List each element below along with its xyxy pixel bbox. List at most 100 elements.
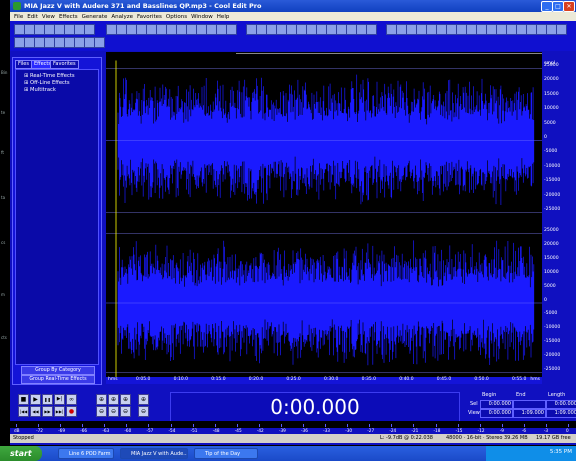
menu-file[interactable]: File [14,14,23,20]
level-tick-mark [501,424,503,427]
organizer-panel: Files Effects Favorites ⊞ Real-Time Effe… [12,57,102,385]
row-sel-label: Sel [470,401,478,407]
task-pod-farm[interactable]: Line 6 POD Farm [58,448,114,459]
menu-effects[interactable]: Effects [59,14,78,20]
menu-edit[interactable]: Edit [27,14,38,20]
desktop-label: ta [1,195,6,200]
view-begin-field[interactable]: 0:00.000 [480,409,513,418]
stop-button[interactable]: ■ [18,394,29,405]
goto-start-button[interactable]: |◀◀ [18,406,29,417]
menu-window[interactable]: Window [191,14,213,20]
tree-off-line-effects[interactable]: ⊞ Off-Line Effects [24,80,70,86]
status-level: L: -9.7dB @ 0:22.038 [380,435,433,441]
goto-end-button[interactable]: ▶▶| [54,406,65,417]
zoom-out-icon[interactable]: ⊖ [96,406,107,417]
task-tip-of-day[interactable]: Tip of the Day [194,448,258,459]
level-tick-label: 0 [566,428,569,433]
level-tick-label: -42 [256,428,264,433]
tree-real-time-effects[interactable]: ⊞ Real-Time Effects [24,73,75,79]
scale-tick-label: 15000 [544,91,559,97]
group-by-category-button[interactable]: Group By Category [21,366,95,375]
tab-files[interactable]: Files [15,60,32,69]
level-tick-mark [126,424,128,427]
record-button[interactable]: ● [66,406,77,417]
time-tick-label: 0:10.0 [173,377,188,382]
zoom-in-vertical-icon[interactable]: ⊕ [108,394,119,405]
app-icon [13,2,21,10]
toolbar [10,21,576,51]
menu-favorites[interactable]: Favorites [137,14,162,20]
zoom-left-icon[interactable]: ⊕ [120,394,131,405]
scale-tick-label: 0 [544,135,547,140]
time-tick-label: 0:05.0 [136,377,151,382]
play-button[interactable]: ▶ [30,394,41,405]
play-to-end-button[interactable]: ▶| [54,394,65,405]
waveform-display[interactable] [106,57,542,384]
level-tick-mark [16,424,17,427]
level-tick-mark [435,424,437,427]
task-cool-edit[interactable]: MIA Jazz V with Aude... [120,448,188,459]
sel-end-field[interactable] [513,400,546,409]
zoom-in-icon[interactable]: ⊕ [96,394,107,405]
toolbar-button[interactable] [84,24,95,35]
level-tick-mark [479,424,481,427]
zoom-selection-icon[interactable]: ⊖ [138,406,149,417]
sel-begin-field[interactable]: 0:00.000 [480,400,513,409]
scale-tick-label: 25000 [544,228,559,233]
desktop-label: m [1,292,5,297]
close-button[interactable]: ✕ [563,1,575,12]
scale-tick-label: -15000 [544,178,561,184]
fast-forward-button[interactable]: ▶▶ [42,406,53,417]
level-tick-mark [568,424,569,427]
time-tick-label: 0:35.0 [361,377,376,382]
pause-button[interactable]: ❚❚ [42,394,53,405]
row-view-label: View [468,410,480,416]
scale-tick-label: 15000 [544,255,559,261]
col-end: End [516,392,526,398]
desktop-label: cs [1,240,6,245]
toolbar-button[interactable] [556,24,567,35]
toolbar-button[interactable] [366,24,377,35]
group-realtime-button[interactable]: Group Real-Time Effects [21,375,95,384]
level-meter-scale: dB -72 -69 -66 -63 -60 -57 -54 -51 -48 -45 -42 -39 -3… [10,428,576,433]
col-length: Length [548,392,566,398]
toolbar-button[interactable] [94,37,105,48]
status-format: 48000 · 16-bit · Stereo [446,435,503,441]
scale-tick-label: 20000 [544,77,559,83]
time-tick-label: 0:45.0 [436,377,452,382]
zoom-full-icon[interactable]: ⊕ [138,394,149,405]
view-length-field[interactable]: 1:09.000 [546,409,576,418]
tree-multitrack[interactable]: ⊞ Multitrack [24,87,56,93]
start-button[interactable]: start [0,446,42,461]
rewind-button[interactable]: ◀◀ [30,406,41,417]
title-bar[interactable]: MIA Jazz V with Audere 371 and Basslines… [10,0,576,12]
level-tick-mark [148,424,150,427]
menu-options[interactable]: Options [166,14,187,20]
level-tick-mark [104,424,106,427]
time-display: 0:00.000 [170,392,460,422]
zoom-right-icon[interactable]: ⊖ [120,406,131,417]
loop-button[interactable]: ∞ [66,394,77,405]
menu-bar: File Edit View Effects Generate Analyze … [10,12,576,21]
view-end-field[interactable]: 1:09.000 [513,409,546,418]
level-tick-label: -9 [499,428,504,433]
menu-view[interactable]: View [42,14,55,20]
level-tick-mark [82,424,84,427]
level-tick-mark [457,424,459,427]
amplitude-ruler: smpl 25000 20000 15000 10000 5000 0 -5000 -10000… [542,57,576,384]
desktop-label: ft [1,150,4,155]
zoom-out-vertical-icon[interactable]: ⊖ [108,406,119,417]
tab-favorites[interactable]: Favorites [50,60,79,69]
toolbar-button[interactable] [226,24,237,35]
level-tick-mark [170,424,172,427]
menu-help[interactable]: Help [217,14,230,20]
level-tick-mark [413,424,415,427]
level-tick-label: -21 [411,428,419,433]
time-tick-label: 0:50.0 [474,377,489,382]
menu-analyze[interactable]: Analyze [111,14,133,20]
level-tick-label: -60 [124,428,132,433]
time-tick-label: 0:20.0 [248,377,264,382]
level-tick-mark [280,424,282,427]
menu-generate[interactable]: Generate [82,14,108,20]
sel-length-field[interactable]: 0:00.000 [546,400,576,409]
